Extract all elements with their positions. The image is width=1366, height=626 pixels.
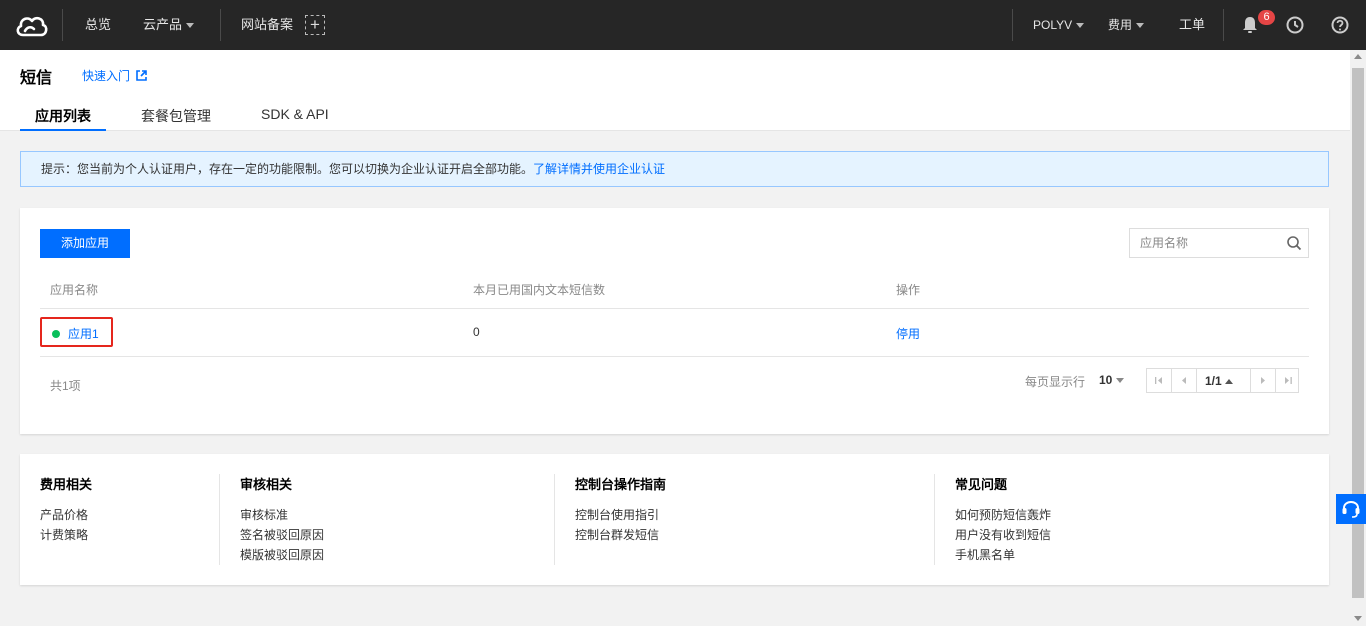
chevron-down-icon — [1136, 23, 1145, 29]
help-link[interactable]: 控制台使用指引 — [575, 505, 666, 525]
table-row-app-name-cell: 应用1 — [40, 317, 113, 347]
per-page-value: 10 — [1099, 373, 1113, 387]
nav-icp-filing[interactable]: 网站备案 — [241, 0, 293, 50]
table-divider — [40, 308, 1309, 309]
help-section-faq: 常见问题 如何预防短信轰炸 用户没有收到短信 手机黑名单 — [955, 474, 1051, 565]
chevron-up-icon — [1224, 379, 1233, 384]
section-title: 审核相关 — [240, 477, 293, 492]
top-navbar: 总览 云产品 网站备案 + POLYV 费用 工单 6 — [0, 0, 1366, 50]
page-scrollbar[interactable] — [1350, 50, 1366, 626]
enterprise-verification-link[interactable]: 了解详情并使用企业认证 — [533, 162, 665, 176]
first-page-icon[interactable] — [1147, 369, 1171, 392]
account-menu[interactable]: POLYV — [1033, 0, 1085, 50]
page-header: 短信 快速入门 应用列表 套餐包管理 SDK & API — [0, 50, 1350, 131]
nav-divider — [220, 9, 221, 41]
help-links-card: 费用相关 产品价格 计费策略 审核相关 审核标准 签名被驳回原因 模版被驳回原因… — [20, 454, 1329, 585]
nav-divider — [1012, 9, 1013, 41]
section-title: 常见问题 — [955, 477, 1008, 492]
clock-icon[interactable] — [1284, 14, 1306, 36]
external-link-icon — [136, 70, 148, 81]
column-divider — [219, 474, 220, 565]
table-divider — [40, 356, 1309, 357]
help-link[interactable]: 签名被驳回原因 — [240, 525, 324, 545]
next-page-icon[interactable] — [1251, 369, 1275, 392]
scroll-up-arrow-icon[interactable] — [1354, 54, 1362, 59]
app-list-card: 添加应用 应用名称 本月已用国内文本短信数 操作 应用1 0 停用 共1项 每页… — [20, 208, 1329, 434]
search-icon[interactable] — [1286, 235, 1302, 251]
quick-start-label: 快速入门 — [82, 69, 131, 83]
column-divider — [554, 474, 555, 565]
per-page-select[interactable]: 10 — [1099, 373, 1125, 387]
column-header-app-name: 应用名称 — [50, 283, 99, 297]
help-link[interactable]: 计费策略 — [40, 525, 92, 545]
nav-overview[interactable]: 总览 — [85, 0, 111, 50]
add-app-button[interactable]: 添加应用 — [40, 229, 130, 258]
notification-badge: 6 — [1258, 10, 1275, 25]
nav-divider — [62, 9, 63, 41]
column-divider — [934, 474, 935, 565]
search-box — [1129, 228, 1309, 258]
help-section-billing: 费用相关 产品价格 计费策略 — [40, 474, 92, 545]
tab-app-list[interactable]: 应用列表 — [20, 106, 106, 131]
status-dot-icon — [52, 330, 60, 338]
last-page-icon[interactable] — [1276, 369, 1300, 392]
account-name: POLYV — [1033, 18, 1073, 32]
help-link[interactable]: 如何预防短信轰炸 — [955, 505, 1051, 525]
ticket-link[interactable]: 工单 — [1179, 0, 1205, 50]
help-icon[interactable] — [1329, 14, 1351, 36]
pager-divider — [1196, 369, 1197, 392]
chevron-down-icon — [1116, 378, 1125, 383]
tab-sdk-api[interactable]: SDK & API — [261, 106, 329, 131]
add-shortcut-button[interactable]: + — [305, 15, 325, 35]
sms-count-value: 0 — [473, 325, 480, 339]
help-link[interactable]: 手机黑名单 — [955, 545, 1051, 565]
verification-notice: 提示：您当前为个人认证用户，存在一定的功能限制。您可以切换为企业认证开启全部功能… — [20, 151, 1329, 187]
page-indicator[interactable]: 1/1 — [1205, 374, 1233, 388]
section-title: 费用相关 — [40, 477, 93, 492]
column-header-sms-count: 本月已用国内文本短信数 — [473, 283, 606, 297]
billing-menu[interactable]: 费用 — [1108, 0, 1145, 50]
help-link[interactable]: 控制台群发短信 — [575, 525, 666, 545]
disable-app-link[interactable]: 停用 — [896, 325, 920, 342]
help-section-console-guide: 控制台操作指南 控制台使用指引 控制台群发短信 — [575, 474, 666, 545]
total-count: 共1项 — [50, 379, 81, 393]
help-link[interactable]: 审核标准 — [240, 505, 324, 525]
section-title: 控制台操作指南 — [575, 477, 667, 492]
app-name-search-input[interactable] — [1130, 229, 1280, 257]
headset-support-icon[interactable] — [1336, 494, 1366, 524]
nav-products[interactable]: 云产品 — [143, 0, 195, 50]
prev-page-icon[interactable] — [1172, 369, 1196, 392]
chevron-down-icon — [186, 23, 195, 29]
help-section-review: 审核相关 审核标准 签名被驳回原因 模版被驳回原因 — [240, 474, 324, 565]
billing-label: 费用 — [1108, 18, 1133, 32]
page-title: 短信 — [20, 70, 53, 87]
column-header-actions: 操作 — [896, 283, 921, 297]
app-name-link[interactable]: 应用1 — [68, 325, 99, 342]
help-link[interactable]: 模版被驳回原因 — [240, 545, 324, 565]
page-indicator-value: 1/1 — [1205, 374, 1222, 388]
pagination: 1/1 — [1146, 368, 1299, 393]
nav-products-label: 云产品 — [143, 17, 183, 32]
nav-divider — [1223, 9, 1224, 41]
quick-start-link[interactable]: 快速入门 — [82, 67, 148, 84]
chevron-down-icon — [1076, 23, 1085, 29]
per-page-label: 每页显示行 — [1025, 375, 1086, 389]
tab-package-management[interactable]: 套餐包管理 — [141, 106, 211, 131]
notice-text: 提示：您当前为个人认证用户，存在一定的功能限制。您可以切换为企业认证开启全部功能… — [41, 162, 534, 176]
cloud-logo-icon[interactable] — [14, 11, 48, 39]
scroll-down-arrow-icon[interactable] — [1354, 616, 1362, 621]
help-link[interactable]: 用户没有收到短信 — [955, 525, 1051, 545]
help-link[interactable]: 产品价格 — [40, 505, 92, 525]
